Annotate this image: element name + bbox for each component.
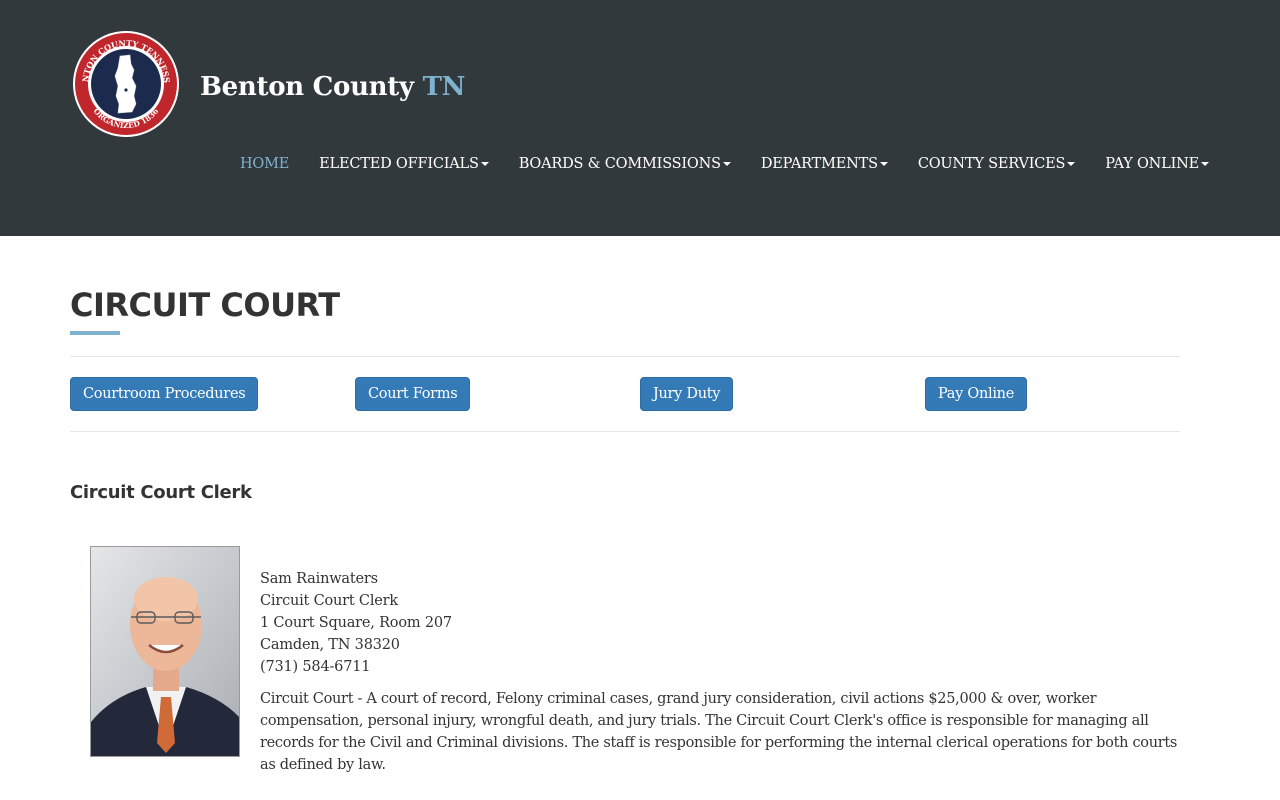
nav-item-departments[interactable]: DEPARTMENTS xyxy=(746,156,903,172)
nav-item-label: DEPARTMENTS xyxy=(760,156,878,172)
nav-item-home[interactable]: HOME xyxy=(225,156,304,172)
court-forms-button[interactable]: Court Forms xyxy=(355,377,471,411)
nav-item-label: ELECTED OFFICIALS xyxy=(319,156,479,172)
clerk-address-line2: Camden, TN 38320 xyxy=(260,637,400,653)
divider xyxy=(70,356,1180,357)
clerk-name: Sam Rainwaters xyxy=(260,571,378,587)
nav-item-label: COUNTY SERVICES xyxy=(917,156,1066,172)
section-heading: Circuit Court Clerk xyxy=(70,482,252,503)
caret-down-icon xyxy=(480,162,489,166)
clerk-phone: (731) 584-6711 xyxy=(260,659,371,675)
clerk-role: Circuit Court Clerk xyxy=(260,593,398,609)
page-title: CIRCUIT COURT xyxy=(70,286,340,324)
nav-item-county-services[interactable]: COUNTY SERVICES xyxy=(903,156,1090,172)
brand-main: Benton County xyxy=(200,72,414,102)
nav-item-boards-commissions[interactable]: BOARDS & COMMISSIONS xyxy=(504,156,746,172)
jury-duty-button[interactable]: Jury Duty xyxy=(640,377,734,411)
nav-item-label: BOARDS & COMMISSIONS xyxy=(518,156,721,172)
courtroom-procedures-button[interactable]: Courtroom Procedures xyxy=(70,377,259,411)
site-title[interactable]: Benton County TN xyxy=(200,72,465,102)
clerk-photo xyxy=(90,546,240,757)
title-underline xyxy=(70,331,120,335)
caret-down-icon xyxy=(879,162,888,166)
site-header: BENTON COUNTY TENNESSEE ORGANIZED 1836 B… xyxy=(0,0,1280,236)
brand-accent: TN xyxy=(422,72,466,102)
nav-item-label: HOME xyxy=(239,156,290,172)
county-seal-logo[interactable]: BENTON COUNTY TENNESSEE ORGANIZED 1836 xyxy=(69,22,180,138)
clerk-address-line1: 1 Court Square, Room 207 xyxy=(260,615,452,631)
clerk-description: Circuit Court - A court of record, Felon… xyxy=(260,691,1178,773)
caret-down-icon xyxy=(1067,162,1076,166)
caret-down-icon xyxy=(722,162,731,166)
nav-item-pay-online[interactable]: PAY ONLINE xyxy=(1090,156,1224,172)
nav-item-elected-officials[interactable]: ELECTED OFFICIALS xyxy=(304,156,504,172)
caret-down-icon xyxy=(1201,162,1209,166)
clerk-contact: Sam Rainwaters Circuit Court Clerk 1 Cou… xyxy=(260,568,452,678)
nav-item-label: PAY ONLINE xyxy=(1105,156,1199,172)
main-nav: HOME ELECTED OFFICIALS BOARDS & COMMISSI… xyxy=(240,156,1224,172)
pay-online-button[interactable]: Pay Online xyxy=(925,377,1027,411)
divider xyxy=(70,431,1180,432)
